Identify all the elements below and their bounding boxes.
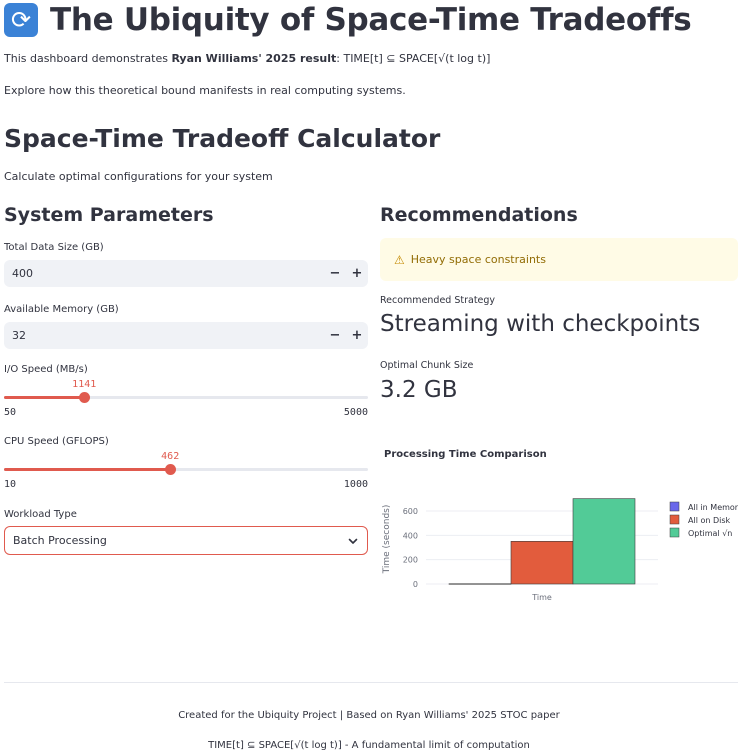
y-tick-label: 600 (403, 507, 418, 516)
system-parameters-title: System Parameters (4, 204, 214, 226)
memory-input[interactable]: 32 − + (4, 322, 368, 349)
slider-min-label: 10 (4, 479, 17, 490)
slider-fill (4, 396, 85, 399)
x-tick-label: Time (531, 593, 552, 602)
data-size-increment-button[interactable]: + (346, 266, 368, 281)
cpu-speed-label: CPU Speed (GFLOPS) (4, 436, 109, 447)
legend-swatch[interactable] (669, 514, 680, 525)
chunk-size-value: 3.2 GB (380, 377, 458, 403)
intro-suffix: : TIME[t] ⊆ SPACE[√(t log t)] (336, 52, 491, 65)
slider-max-label: 5000 (343, 407, 368, 418)
workload-selected-value[interactable]: Batch Processing (13, 534, 347, 547)
slider-min-label: 50 (4, 407, 17, 418)
legend-label[interactable]: All on Disk (688, 516, 731, 525)
chevron-down-icon[interactable] (347, 535, 359, 547)
footer-divider (4, 682, 738, 683)
y-axis-label: Time (seconds) (382, 505, 392, 575)
page-header: ⟳ The Ubiquity of Space-Time Tradeoffs (4, 2, 692, 38)
legend-swatch[interactable] (669, 501, 680, 512)
footer-credit: Created for the Ubiquity Project | Based… (178, 710, 560, 721)
intro-prefix: This dashboard demonstrates (4, 52, 172, 65)
legend-swatch[interactable] (669, 527, 680, 538)
legend-label[interactable]: Optimal √n (688, 529, 732, 538)
warning-icon: ⚠ (394, 252, 405, 267)
workload-label: Workload Type (4, 509, 77, 520)
workload-select[interactable]: Batch Processing (4, 526, 368, 555)
memory-increment-button[interactable]: + (346, 328, 368, 343)
memory-decrement-button[interactable]: − (324, 328, 346, 343)
y-tick-label: 400 (403, 531, 418, 540)
space-constraint-warning: ⚠ Heavy space constraints (380, 238, 738, 281)
strategy-label: Recommended Strategy (380, 295, 496, 306)
memory-value[interactable]: 32 (12, 329, 324, 342)
y-tick-label: 200 (403, 556, 418, 565)
page-title: The Ubiquity of Space-Time Tradeoffs (50, 2, 692, 38)
slider-current-value: 462 (161, 451, 180, 462)
data-size-decrement-button[interactable]: − (324, 266, 346, 281)
slider-thumb[interactable] (165, 464, 177, 475)
intro-line-2: Explore how this theoretical bound manif… (4, 84, 406, 97)
processing-time-chart: 0 200 400 600 Time (seconds) Time All in Memor… (382, 498, 738, 602)
io-speed-label: I/O Speed (MB/s) (4, 364, 88, 375)
footer-formula: TIME[t] ⊆ SPACE[√(t log t)] - A fundamen… (208, 740, 530, 751)
strategy-value: Streaming with checkpoints (380, 311, 701, 337)
chunk-size-label: Optimal Chunk Size (380, 360, 474, 371)
bar-all-in-memory[interactable] (448, 583, 512, 585)
calculator-subtitle: Calculate optimal configurations for you… (4, 170, 273, 183)
intro-line-1: This dashboard demonstrates Ryan William… (4, 52, 490, 65)
calculator-title: Space-Time Tradeoff Calculator (4, 124, 441, 153)
warning-text: Heavy space constraints (410, 253, 546, 266)
slider-fill (4, 468, 171, 471)
memory-label: Available Memory (GB) (4, 304, 119, 315)
legend-label[interactable]: All in Memory (688, 503, 738, 512)
chart-title: Processing Time Comparison (384, 449, 547, 460)
data-size-value[interactable]: 400 (12, 267, 324, 280)
data-size-label: Total Data Size (GB) (4, 242, 104, 253)
slider-max-label: 1000 (343, 479, 368, 490)
recommendations-title: Recommendations (380, 204, 578, 226)
y-tick-label: 0 (413, 580, 418, 589)
refresh-arrows-icon: ⟳ (4, 3, 38, 37)
data-size-input[interactable]: 400 − + (4, 260, 368, 287)
intro-bold: Ryan Williams' 2025 result (171, 52, 337, 65)
bar-optimal-n[interactable] (572, 498, 636, 585)
slider-thumb[interactable] (79, 392, 91, 403)
slider-current-value: 1141 (72, 379, 97, 390)
bar-all-on-disk[interactable] (510, 541, 574, 585)
